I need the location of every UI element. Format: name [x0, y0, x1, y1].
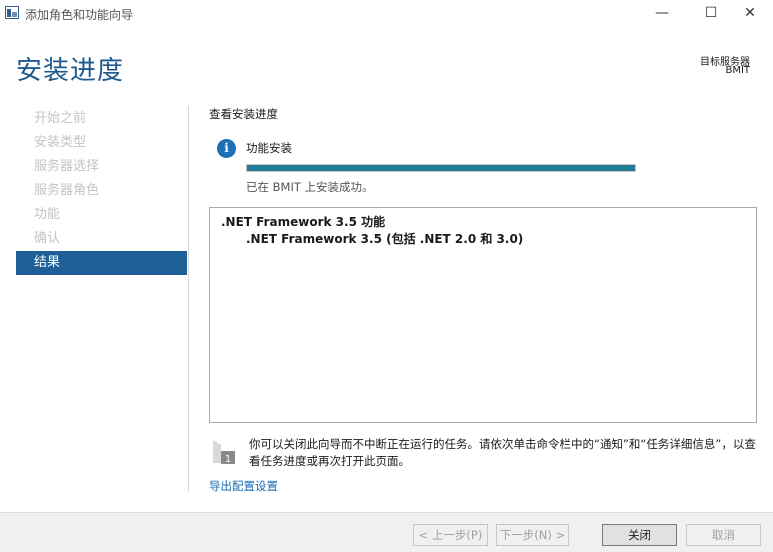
target-server-name: BMIT	[725, 65, 750, 76]
install-progress-bar	[246, 164, 636, 172]
minimize-icon: —	[655, 5, 669, 21]
close-window-button[interactable]: ✕	[727, 0, 773, 26]
maximize-icon: ☐	[704, 5, 718, 21]
page-title: 安装进度	[16, 56, 125, 86]
window-title: 添加角色和功能向导	[25, 8, 134, 22]
title-bar: 添加角色和功能向导 — ☐ ✕	[0, 0, 773, 26]
close-icon: ✕	[744, 5, 756, 21]
close-wizard-note: 你可以关闭此向导而不中断正在运行的任务。请依次单击命令栏中的“通知”和“任务详细…	[249, 437, 756, 468]
result-item-feature: .NET Framework 3.5 (包括 .NET 2.0 和 3.0)	[246, 232, 524, 246]
export-configuration-link[interactable]: 导出配置设置	[209, 478, 278, 494]
nav-item-confirmation: 确认	[34, 231, 61, 246]
nav-item-before-you-begin: 开始之前	[34, 111, 87, 126]
install-progress-fill	[247, 165, 635, 171]
cancel-button[interactable]: 取消	[686, 524, 761, 546]
nav-divider	[188, 106, 189, 492]
nav-item-server-selection: 服务器选择	[34, 159, 100, 174]
minimize-button[interactable]: —	[639, 0, 685, 26]
server-manager-app-icon	[5, 6, 19, 19]
info-icon: i	[217, 139, 236, 158]
nav-item-server-roles: 服务器角色	[34, 183, 100, 198]
feature-install-label: 功能安装	[246, 141, 292, 155]
result-item-feature-group: .NET Framework 3.5 功能	[221, 215, 386, 229]
nav-item-installation-type: 安装类型	[34, 135, 87, 150]
notification-count: 1	[225, 454, 231, 465]
nav-item-results[interactable]: 结果	[16, 251, 187, 275]
install-status-text: 已在 BMIT 上安装成功。	[246, 180, 374, 194]
nav-item-features: 功能	[34, 207, 61, 222]
results-list[interactable]: .NET Framework 3.5 功能 .NET Framework 3.5…	[209, 207, 757, 423]
notification-flag-icon: 1	[213, 440, 235, 465]
close-button[interactable]: 关闭	[602, 524, 677, 546]
previous-button[interactable]: < 上一步(P)	[413, 524, 488, 546]
section-heading: 查看安装进度	[209, 107, 278, 121]
next-button[interactable]: 下一步(N) >	[496, 524, 569, 546]
